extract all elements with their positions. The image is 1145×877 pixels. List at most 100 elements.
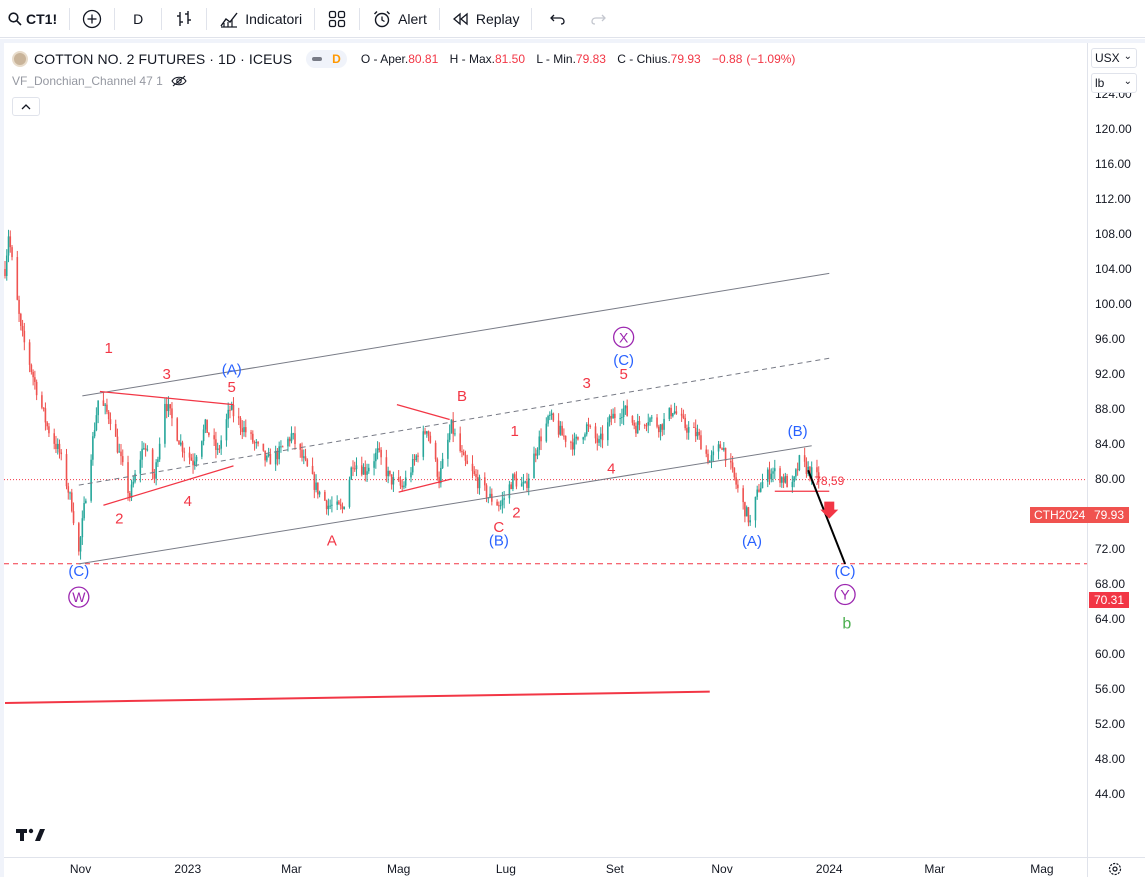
wave-label: b — [842, 615, 851, 632]
time-tick-label: Mar — [924, 862, 945, 876]
candle-body — [44, 408, 47, 423]
candle-body — [759, 488, 762, 492]
candle-body — [352, 467, 354, 469]
candle-body — [9, 236, 12, 248]
candle-body — [485, 485, 488, 499]
candle-body — [53, 433, 56, 444]
candle-body — [34, 377, 36, 382]
candle-body — [324, 491, 326, 501]
time-tick-label: Lug — [496, 862, 516, 876]
price-chart[interactable]: 13524ABC2134578,59(A)(C)(B)(C)(A)(B)(C)b… — [0, 0, 1145, 877]
candle-body — [192, 460, 194, 466]
hidden-eye-icon[interactable] — [171, 75, 187, 87]
high-label: H — [449, 52, 459, 66]
candle-body — [23, 330, 26, 343]
candle-body — [380, 449, 382, 458]
candle-body — [313, 473, 316, 490]
candle-body — [55, 443, 57, 449]
candle-body — [585, 424, 588, 435]
candle-body — [475, 473, 477, 478]
candle-body — [773, 468, 776, 472]
candle-body — [441, 458, 444, 468]
candle-body — [622, 408, 625, 418]
candle-body — [350, 467, 353, 480]
candle-body — [575, 436, 577, 439]
candle-body — [607, 422, 609, 441]
candle-body — [636, 421, 639, 434]
candle-body — [424, 431, 426, 434]
candle-body — [710, 455, 713, 462]
candle-body — [294, 433, 296, 445]
open-value: 80.81 — [408, 52, 439, 66]
candle-body — [348, 479, 351, 507]
price-tick-label: 116.00 — [1095, 157, 1131, 171]
candle-body — [540, 436, 542, 442]
candle-body — [287, 438, 289, 447]
indicator-row[interactable]: VF_Donchian_Channel 47 1 — [12, 72, 187, 90]
high-value: 81.50 — [494, 52, 525, 66]
candle-body — [571, 442, 574, 450]
candle-body — [793, 476, 795, 482]
candle-body — [336, 501, 338, 505]
collapse-legend-button[interactable] — [12, 97, 40, 116]
interval-badge-label: D — [332, 52, 341, 66]
candle-body — [582, 437, 585, 440]
candle-body — [220, 440, 222, 449]
candle-body — [798, 455, 801, 470]
wave-label: X — [619, 329, 629, 345]
candle-body — [496, 501, 498, 506]
tradingview-logo[interactable] — [16, 827, 46, 843]
wave-label: B — [457, 388, 467, 405]
low-key: Min. — [553, 52, 576, 66]
candle-body — [791, 481, 794, 488]
candle-body — [257, 441, 259, 444]
candle-body — [730, 460, 732, 463]
candle-body — [102, 400, 105, 406]
candle-body — [401, 485, 403, 488]
wave-label: 4 — [607, 461, 615, 478]
interval-badge[interactable]: D — [306, 50, 347, 68]
gear-icon[interactable] — [1108, 862, 1122, 876]
candle-body — [650, 417, 653, 419]
candle-body — [552, 413, 555, 421]
candle-body — [301, 449, 303, 458]
candle-body — [373, 461, 375, 468]
candle-body — [368, 467, 370, 472]
wave-label: 3 — [163, 366, 171, 383]
candle-body — [786, 475, 788, 488]
candle-body — [781, 477, 783, 483]
candle-body — [78, 523, 80, 552]
last-price-label: 79.93 — [1094, 508, 1125, 522]
price-tick-label: 68.00 — [1095, 577, 1125, 591]
open-label: O — [360, 52, 371, 66]
price-tick-label: 72.00 — [1095, 542, 1125, 556]
symbol-tag-label: CTH2024 — [1034, 508, 1086, 522]
candle-body — [109, 419, 112, 425]
unit-select[interactable]: lb ⌄ — [1091, 73, 1137, 93]
candle-body — [766, 469, 769, 482]
candle-body — [498, 505, 500, 507]
candle-body — [471, 463, 474, 472]
candle-body — [278, 446, 280, 460]
candle-body — [737, 484, 739, 489]
currency-select[interactable]: USX ⌄ — [1091, 48, 1137, 68]
candle-body — [4, 269, 6, 276]
price-tick-label: 104.00 — [1095, 262, 1132, 276]
candle-body — [700, 435, 702, 450]
candle-body — [85, 500, 87, 504]
candle-body — [682, 415, 685, 418]
candle-body — [116, 436, 119, 453]
candle-body — [550, 413, 553, 415]
candle-body — [663, 418, 665, 430]
candle-body — [353, 468, 356, 470]
legend-title[interactable]: COTTON NO. 2 FUTURES · 1D · ICEUS — [34, 51, 292, 67]
price-tick-label: 56.00 — [1095, 682, 1125, 696]
candle-body — [643, 424, 646, 426]
candle-body — [16, 257, 19, 300]
candle-body — [339, 504, 342, 506]
candle-body — [299, 444, 302, 450]
candle-body — [680, 413, 683, 416]
candle-body — [684, 417, 686, 429]
candle-body — [28, 342, 31, 365]
wave-label: (C) — [835, 563, 856, 580]
